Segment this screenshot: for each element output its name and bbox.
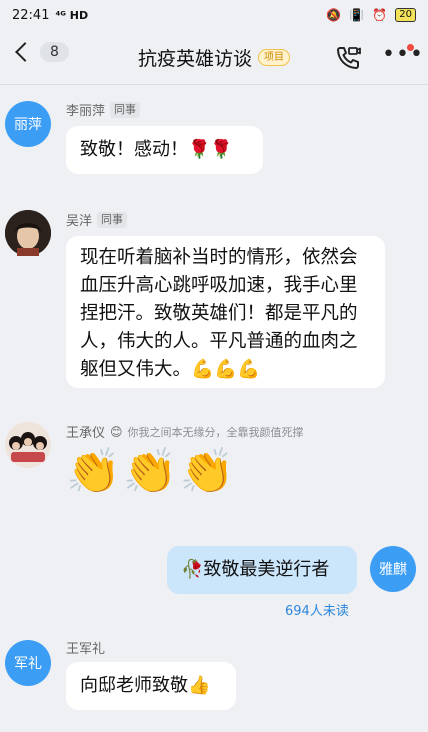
more-dots-icon: ••• [382,42,424,67]
chevron-left-icon [15,42,35,62]
mute-icon: 🔕 [326,8,342,22]
user-signature: 你我之间本无缘分，全靠我颜值死撑 [127,425,304,439]
message-bubble[interactable]: 向邸老师致敬👍 [66,662,236,710]
message-item: 军礼 王军礼 向邸老师致敬👍 [0,636,428,726]
back-button[interactable]: 8 [12,42,69,62]
project-tag: 项目 [258,48,290,66]
header-divider [0,84,428,85]
status-bar: 22:41 ⁴ᴳ HD 🔕 📳 ⏰ 20 [0,0,428,30]
network-indicator: ⁴ᴳ HD [55,8,89,22]
battery-indicator: 20 [395,8,416,22]
notification-dot [407,44,414,51]
role-tag: 同事 [97,211,128,228]
message-bubble-self[interactable]: 🥀致敬最美逆行者 [167,546,357,594]
message-item: 丽萍 李丽萍 同事 致敬！感动！🌹🌹 [0,98,428,178]
message-item: 王承仪 😊 你我之间本无缘分，全靠我颜值死撑 👏👏👏 [0,420,428,504]
chat-header: 8 抗疫英雄访谈 项目 ••• [0,30,428,84]
more-options-button[interactable]: ••• [382,44,423,72]
message-bubble[interactable]: 致敬！感动！🌹🌹 [66,126,263,174]
role-tag: 同事 [110,101,141,118]
unread-receipt[interactable]: 694人未读 [285,600,349,619]
sender-name: 王军礼 [66,642,106,657]
avatar[interactable]: 丽萍 [5,101,51,147]
message-item-self: 🥀致敬最美逆行者 雅麒 694人未读 [0,544,428,624]
message-bubble[interactable]: 现在听着脑补当时的情形，依然会血压升高心跳呼吸加速，我手心里捏把汗。致敬英雄们！… [66,236,385,388]
avatar[interactable] [5,422,51,468]
sender-name: 李丽萍 [66,104,106,119]
vibrate-icon: 📳 [349,8,365,22]
avatar[interactable] [5,210,51,256]
unread-count-badge: 8 [40,42,69,62]
sender-name: 吴洋 [66,214,93,229]
smiley-icon: 😊 [110,424,123,439]
alarm-icon: ⏰ [372,8,388,22]
sender-name: 王承仪 [66,426,106,441]
phone-video-icon [337,47,361,69]
message-item: 吴洋 同事 现在听着脑补当时的情形，依然会血压升高心跳呼吸加速，我手心里捏把汗。… [0,208,428,392]
group-photo-avatar-image [5,422,51,468]
chat-title: 抗疫英雄访谈 [137,47,252,70]
video-call-button[interactable] [334,44,362,72]
portrait-avatar-image [5,210,51,256]
avatar[interactable]: 雅麒 [370,546,416,592]
avatar[interactable]: 军礼 [5,640,51,686]
status-time: 22:41 [12,7,50,23]
emoji-message[interactable]: 👏👏👏 [66,444,236,500]
